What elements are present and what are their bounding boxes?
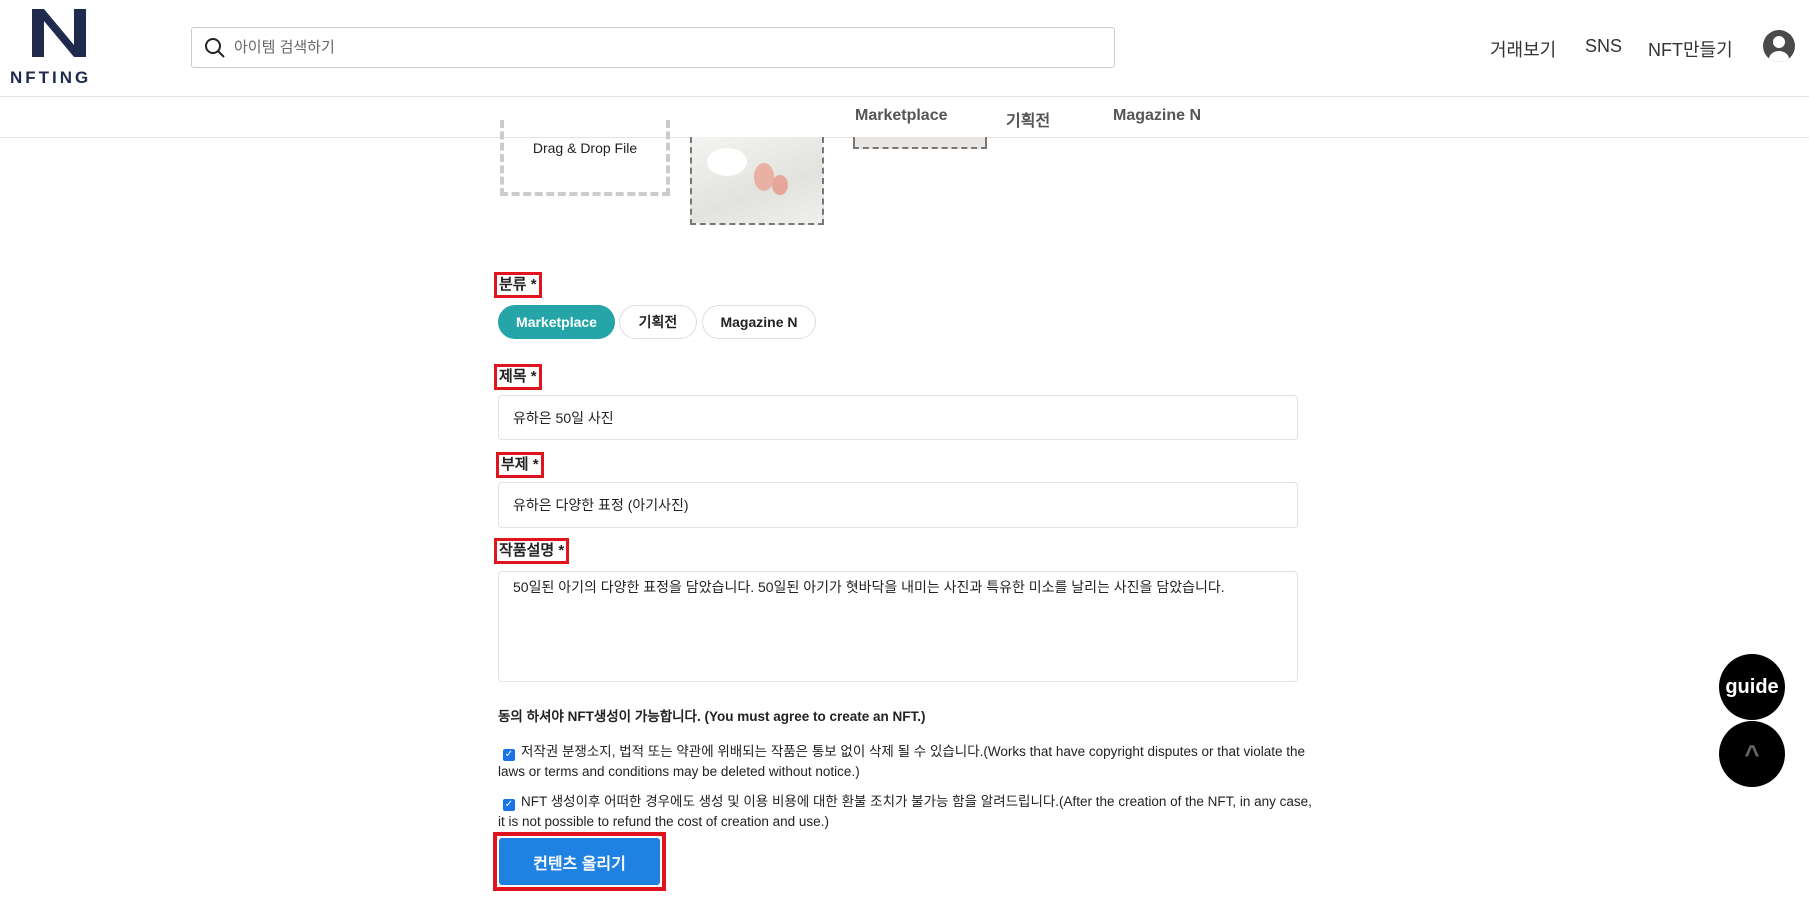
title-label: 제목 * <box>494 364 542 390</box>
checkbox-refund[interactable]: ✓ <box>503 799 515 811</box>
dropzone-label: Drag & Drop File <box>532 140 638 156</box>
subtitle-label: 부제 * <box>496 452 544 478</box>
subnav-exhibition[interactable]: 기획전 <box>1006 107 1050 131</box>
agree-item-1: ✓ 저작권 분쟁소지, 법적 또는 약관에 위배되는 작품은 통보 없이 삭제 될… <box>498 742 1318 782</box>
uploaded-image-thumbnail[interactable] <box>853 137 987 149</box>
category-label: 분류 * <box>494 272 542 298</box>
nav-trade[interactable]: 거래보기 <box>1490 36 1556 62</box>
checkbox-copyright[interactable]: ✓ <box>503 749 515 761</box>
scroll-top-button[interactable]: ^ <box>1719 721 1785 787</box>
agree-heading: 동의 하셔야 NFT생성이 가능합니다. (You must agree to … <box>498 709 926 724</box>
agree-item-2: ✓ NFT 생성이후 어떠한 경우에도 생성 및 이용 비용에 대한 환불 조치가… <box>498 792 1318 832</box>
category-magazine[interactable]: Magazine N <box>702 305 816 339</box>
agree-text-2: NFT 생성이후 어떠한 경우에도 생성 및 이용 비용에 대한 환불 조치가 … <box>498 794 1312 829</box>
category-exhibition[interactable]: 기획전 <box>619 305 697 339</box>
user-avatar-icon[interactable] <box>1763 30 1795 62</box>
header-divider <box>0 96 1809 97</box>
submit-highlight: 컨텐츠 올리기 <box>493 832 666 891</box>
uploaded-image-thumbnail[interactable] <box>690 137 824 225</box>
agree-text-1: 저작권 분쟁소지, 법적 또는 약관에 위배되는 작품은 통보 없이 삭제 될 … <box>498 744 1306 779</box>
file-dropzone[interactable]: Drag & Drop File <box>500 120 670 196</box>
logo-text: NFTING <box>10 68 92 87</box>
logo-icon[interactable] <box>30 9 88 57</box>
nav-sns[interactable]: SNS <box>1585 36 1622 57</box>
subnav-magazine[interactable]: Magazine N <box>1113 107 1201 125</box>
guide-button[interactable]: guide <box>1719 654 1785 720</box>
nav-create-nft[interactable]: NFT만들기 <box>1648 36 1733 62</box>
title-input[interactable]: 유하은 50일 사진 <box>498 395 1298 440</box>
category-marketplace[interactable]: Marketplace <box>498 305 615 339</box>
description-label: 작품설명 * <box>494 538 570 564</box>
subtitle-input[interactable]: 유하은 다양한 표정 (아기사진) <box>498 482 1298 528</box>
search-icon <box>205 37 225 58</box>
search-bar[interactable] <box>191 27 1115 68</box>
search-input[interactable] <box>234 39 1034 56</box>
subnav-marketplace[interactable]: Marketplace <box>855 107 948 125</box>
description-textarea[interactable]: 50일된 아기의 다양한 표정을 담았습니다. 50일된 아기가 혓바닥을 내미… <box>498 571 1298 682</box>
submit-content-button[interactable]: 컨텐츠 올리기 <box>499 838 660 885</box>
